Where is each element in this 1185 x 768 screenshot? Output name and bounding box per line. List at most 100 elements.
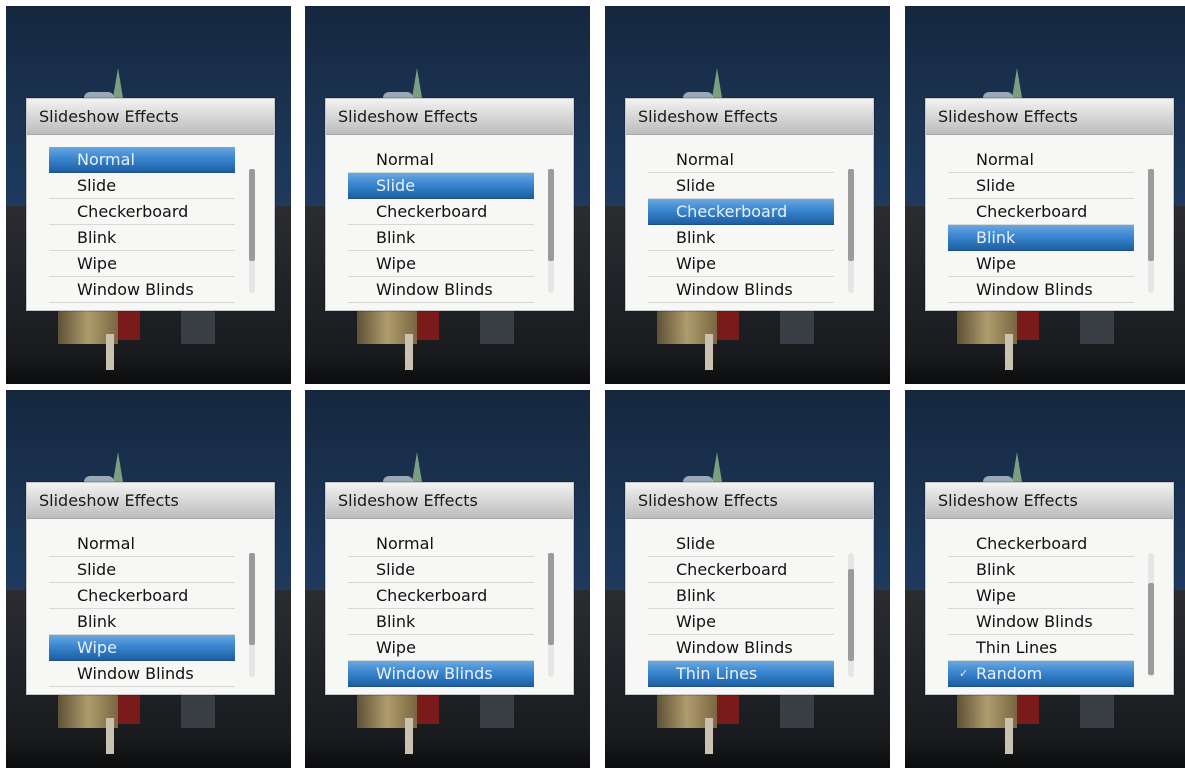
effect-option-selected[interactable]: Slide xyxy=(348,173,534,199)
scrollbar-track[interactable] xyxy=(848,169,854,293)
bollard xyxy=(405,718,413,754)
effect-option[interactable]: Wipe xyxy=(648,609,834,635)
effect-option-label: Normal xyxy=(77,150,135,169)
effects-list[interactable]: Normal Slide Checkerboard Blink Wipe Window B… xyxy=(49,531,235,687)
effect-option[interactable]: Normal xyxy=(348,147,534,173)
scrollbar-thumb[interactable] xyxy=(548,553,554,645)
effect-option-label: Slide xyxy=(976,176,1016,195)
effect-option[interactable]: Wipe xyxy=(49,251,235,277)
effect-option-selected[interactable]: Normal xyxy=(49,147,235,173)
dialog-title: Slideshow Effects xyxy=(39,491,179,510)
effect-option[interactable]: Blink xyxy=(348,609,534,635)
effect-option-label: Wipe xyxy=(77,254,117,273)
effect-option[interactable]: Window Blinds xyxy=(648,277,834,303)
scrollbar-track[interactable] xyxy=(1148,169,1154,293)
effect-option[interactable]: Window Blinds xyxy=(948,609,1134,635)
effect-option[interactable]: Window Blinds xyxy=(348,277,534,303)
effect-option-label: Normal xyxy=(77,534,135,553)
effect-option-label: Checkerboard xyxy=(976,534,1088,553)
effect-option-label: Window Blinds xyxy=(676,638,793,657)
effect-option[interactable]: Normal xyxy=(948,147,1134,173)
effect-option[interactable]: Blink xyxy=(348,225,534,251)
effect-option-selected[interactable]: Window Blinds xyxy=(348,661,534,687)
effect-option[interactable]: Checkerboard xyxy=(348,199,534,225)
ground xyxy=(905,736,1185,768)
effect-option-label: Window Blinds xyxy=(976,612,1093,631)
effect-option-label: Thin Lines xyxy=(976,638,1058,657)
effect-option[interactable]: Wipe xyxy=(948,583,1134,609)
scrollbar-track[interactable] xyxy=(249,169,255,293)
effect-option-label: Random xyxy=(976,664,1043,683)
dialog-title: Slideshow Effects xyxy=(938,491,1078,510)
scrollbar-track[interactable] xyxy=(848,553,854,677)
effect-option[interactable]: Window Blinds xyxy=(948,277,1134,303)
building-door xyxy=(717,694,739,724)
effect-option[interactable]: Wipe xyxy=(948,251,1134,277)
scrollbar-thumb[interactable] xyxy=(1148,169,1154,261)
scrollbar-track[interactable] xyxy=(249,553,255,677)
effect-option[interactable]: Slide xyxy=(648,531,834,557)
effect-option-selected[interactable]: Thin Lines xyxy=(648,661,834,687)
effect-option[interactable]: Blink xyxy=(648,225,834,251)
effects-list[interactable]: Normal Slide Checkerboard Blink Wipe Window B… xyxy=(948,147,1134,303)
effect-option[interactable]: Normal xyxy=(348,531,534,557)
bollard xyxy=(405,334,413,370)
effect-option[interactable]: Slide xyxy=(49,557,235,583)
effect-option-label: Wipe xyxy=(976,254,1016,273)
scrollbar-track[interactable] xyxy=(548,553,554,677)
effect-option-selected[interactable]: Blink xyxy=(948,225,1134,251)
effects-list[interactable]: Checkerboard Blink Wipe Window Blinds Thin L… xyxy=(948,531,1134,687)
screenshot-panel: Slideshow Effects Slide Checkerboard Blink W… xyxy=(605,390,890,768)
effect-option[interactable]: Wipe xyxy=(648,251,834,277)
effect-option-selected[interactable]: Checkerboard xyxy=(648,199,834,225)
effects-list[interactable]: Normal Slide Checkerboard Blink Wipe Window B… xyxy=(348,147,534,303)
effect-option[interactable]: Blink xyxy=(648,583,834,609)
scrollbar-thumb[interactable] xyxy=(848,569,854,661)
effect-option[interactable]: Slide xyxy=(648,173,834,199)
effect-option[interactable]: Window Blinds xyxy=(49,661,235,687)
ground xyxy=(905,352,1185,384)
slideshow-effects-dialog: Slideshow Effects Checkerboard Blink Wipe Wi… xyxy=(925,482,1174,695)
effect-option[interactable]: Window Blinds xyxy=(648,635,834,661)
dialog-title-bar: Slideshow Effects xyxy=(926,99,1173,135)
effect-option[interactable]: Checkerboard xyxy=(49,199,235,225)
scrollbar-track[interactable] xyxy=(548,169,554,293)
bollard xyxy=(705,334,713,370)
effect-option[interactable]: Window Blinds xyxy=(49,277,235,303)
effect-option-selected[interactable]: Wipe xyxy=(49,635,235,661)
scrollbar-thumb[interactable] xyxy=(848,169,854,261)
effect-option[interactable]: Slide xyxy=(348,557,534,583)
effect-option[interactable]: Checkerboard xyxy=(348,583,534,609)
effect-option[interactable]: Blink xyxy=(49,609,235,635)
building-door xyxy=(1017,310,1039,340)
effect-option[interactable]: Slide xyxy=(948,173,1134,199)
dialog-title-bar: Slideshow Effects xyxy=(926,483,1173,519)
effect-option[interactable]: Slide xyxy=(49,173,235,199)
effect-option-label: Normal xyxy=(676,150,734,169)
effect-option-label: Blink xyxy=(676,228,716,247)
effect-option[interactable]: Blink xyxy=(49,225,235,251)
effect-option[interactable]: Checkerboard xyxy=(948,199,1134,225)
bollard xyxy=(106,334,114,370)
effect-option[interactable]: Wipe xyxy=(348,251,534,277)
effect-option[interactable]: Checkerboard xyxy=(648,557,834,583)
effects-list[interactable]: Normal Slide Checkerboard Blink Wipe Window B… xyxy=(648,147,834,303)
slideshow-effects-dialog: Slideshow Effects Normal Slide Checkerboard… xyxy=(325,98,574,311)
effect-option-selected[interactable]: ✓ Random xyxy=(948,661,1134,687)
building-door xyxy=(717,310,739,340)
effect-option[interactable]: Normal xyxy=(49,531,235,557)
effect-option[interactable]: Blink xyxy=(948,557,1134,583)
effect-option[interactable]: Checkerboard xyxy=(948,531,1134,557)
scrollbar-thumb[interactable] xyxy=(548,169,554,261)
effect-option[interactable]: Checkerboard xyxy=(49,583,235,609)
effects-list[interactable]: Normal Slide Checkerboard Blink Wipe Window B… xyxy=(348,531,534,687)
scrollbar-track[interactable] xyxy=(1148,553,1154,677)
scrollbar-thumb[interactable] xyxy=(1148,583,1154,675)
effects-list[interactable]: Normal Slide Checkerboard Blink Wipe Window B… xyxy=(49,147,235,303)
effect-option[interactable]: Thin Lines xyxy=(948,635,1134,661)
scrollbar-thumb[interactable] xyxy=(249,169,255,261)
effect-option[interactable]: Wipe xyxy=(348,635,534,661)
effect-option[interactable]: Normal xyxy=(648,147,834,173)
scrollbar-thumb[interactable] xyxy=(249,553,255,645)
effects-list[interactable]: Slide Checkerboard Blink Wipe Window Blinds T… xyxy=(648,531,834,687)
